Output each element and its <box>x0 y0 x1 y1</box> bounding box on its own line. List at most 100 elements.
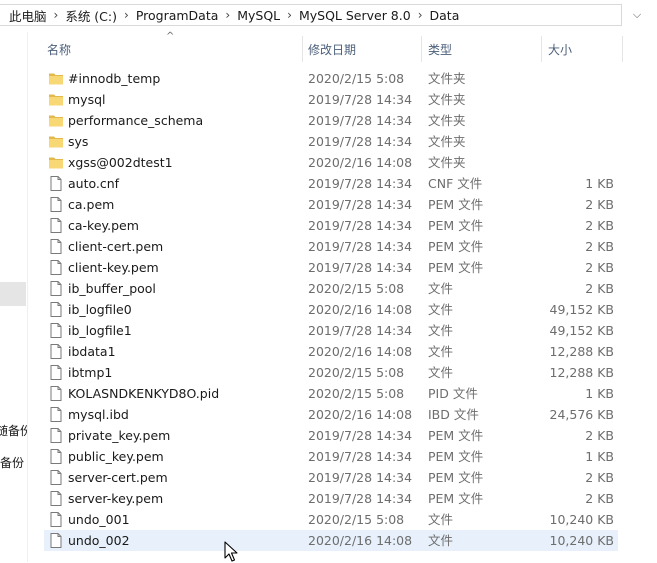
file-size: 2 KB <box>585 281 614 296</box>
file-name: ca-key.pem <box>68 218 139 233</box>
column-divider[interactable] <box>541 36 542 62</box>
column-divider[interactable] <box>302 36 303 62</box>
file-size: 1 KB <box>585 386 614 401</box>
file-icon <box>50 302 62 317</box>
address-bar[interactable]: 此电脑 › 系统 (C:) › ProgramData › MySQL › My… <box>0 0 657 32</box>
modified-date: 2020/2/15 5:08 <box>308 281 405 296</box>
file-name: public_key.pem <box>68 449 164 464</box>
file-name: private_key.pem <box>68 428 171 443</box>
file-type: 文件 <box>428 323 454 338</box>
file-row[interactable]: mysql.ibd 2020/2/16 14:08 IBD 文件 24,576 KB <box>44 404 618 425</box>
file-row[interactable]: private_key.pem 2019/7/28 14:34 PEM 文件 2 KB <box>44 425 618 446</box>
breadcrumb-separator[interactable]: › <box>50 8 63 22</box>
file-row[interactable]: ib_buffer_pool 2020/2/15 5:08 文件 2 KB <box>44 278 618 299</box>
file-icon <box>50 365 62 380</box>
breadcrumb: 此电脑 › 系统 (C:) › ProgramData › MySQL › My… <box>6 4 462 26</box>
modified-date: 2020/2/16 14:08 <box>308 407 413 422</box>
column-header-type[interactable]: 类型 <box>428 36 452 62</box>
file-type: 文件夹 <box>428 92 466 107</box>
file-name: ib_buffer_pool <box>68 281 156 296</box>
file-type: CNF 文件 <box>428 176 483 191</box>
breadcrumb-separator[interactable]: › <box>120 8 133 22</box>
folder-icon <box>49 115 63 127</box>
breadcrumb-this-pc[interactable]: 此电脑 <box>6 6 50 25</box>
column-divider[interactable] <box>421 36 422 62</box>
file-type: 文件 <box>428 512 454 527</box>
file-row[interactable]: undo_001 2020/2/15 5:08 文件 10,240 KB <box>44 509 618 530</box>
file-row[interactable]: server-cert.pem 2019/7/28 14:34 PEM 文件 2 KB <box>44 467 618 488</box>
column-header-name[interactable]: 名称 <box>47 36 71 62</box>
file-row[interactable]: ib_logfile0 2020/2/16 14:08 文件 49,152 KB <box>44 299 618 320</box>
file-name: xgss@002dtest1 <box>68 155 173 170</box>
file-row[interactable]: ca-key.pem 2019/7/28 14:34 PEM 文件 2 KB <box>44 215 618 236</box>
modified-date: 2019/7/28 14:34 <box>308 218 413 233</box>
file-type: PEM 文件 <box>428 491 484 506</box>
file-row[interactable]: server-key.pem 2019/7/28 14:34 PEM 文件 2 KB <box>44 488 618 509</box>
file-icon <box>50 470 62 485</box>
modified-date: 2019/7/28 14:34 <box>308 470 413 485</box>
file-icon <box>50 260 62 275</box>
column-header-date[interactable]: 修改日期 <box>308 36 356 62</box>
file-name: server-key.pem <box>68 491 164 506</box>
breadcrumb-separator[interactable]: › <box>283 8 296 22</box>
breadcrumb-separator[interactable]: › <box>221 8 234 22</box>
modified-date: 2019/7/28 14:34 <box>308 113 413 128</box>
file-row[interactable]: KOLASNDKENKYD8O.pid 2020/2/15 5:08 PID 文件 1… <box>44 383 618 404</box>
file-name: ibtmp1 <box>68 365 113 380</box>
file-row[interactable]: undo_002 2020/2/16 14:08 文件 10,240 KB <box>44 530 618 551</box>
file-size: 24,576 KB <box>549 407 614 422</box>
file-name: #innodb_temp <box>68 71 161 86</box>
file-size: 12,288 KB <box>549 344 614 359</box>
file-type: PEM 文件 <box>428 449 484 464</box>
address-dropdown-icon[interactable]: ⌵ <box>628 6 646 24</box>
modified-date: 2020/2/15 5:08 <box>308 71 405 86</box>
file-name: ca.pem <box>68 197 115 212</box>
file-type: 文件 <box>428 365 454 380</box>
modified-date: 2019/7/28 14:34 <box>308 176 413 191</box>
navigation-pane[interactable]: 随备份 备份 <box>0 32 27 562</box>
nav-selected-item[interactable] <box>0 282 26 306</box>
modified-date: 2019/7/28 14:34 <box>308 449 413 464</box>
file-row[interactable]: ca.pem 2019/7/28 14:34 PEM 文件 2 KB <box>44 194 618 215</box>
column-divider[interactable] <box>622 36 623 62</box>
folder-row[interactable]: performance_schema 2019/7/28 14:34 文件夹 <box>44 110 618 131</box>
folder-row[interactable]: #innodb_temp 2020/2/15 5:08 文件夹 <box>44 68 618 89</box>
breadcrumb-programdata[interactable]: ProgramData <box>133 8 222 23</box>
file-row[interactable]: ibdata1 2020/2/16 14:08 文件 12,288 KB <box>44 341 618 362</box>
breadcrumb-mysql-server[interactable]: MySQL Server 8.0 <box>296 8 414 23</box>
file-type: PEM 文件 <box>428 197 484 212</box>
file-row[interactable]: client-key.pem 2019/7/28 14:34 PEM 文件 2 KB <box>44 257 618 278</box>
file-size: 49,152 KB <box>549 302 614 317</box>
file-icon <box>50 176 62 191</box>
file-type: 文件 <box>428 533 454 548</box>
column-header-size[interactable]: 大小 <box>548 36 572 62</box>
file-row[interactable]: public_key.pem 2019/7/28 14:34 PEM 文件 1 KB <box>44 446 618 467</box>
nav-item-backup-2[interactable]: 备份 <box>0 454 24 471</box>
file-icon <box>50 386 62 401</box>
breadcrumb-drive-c[interactable]: 系统 (C:) <box>62 6 120 25</box>
folder-row[interactable]: xgss@002dtest1 2020/2/16 14:08 文件夹 <box>44 152 618 173</box>
file-row[interactable]: client-cert.pem 2019/7/28 14:34 PEM 文件 2 KB <box>44 236 618 257</box>
file-size: 2 KB <box>585 218 614 233</box>
file-type: PEM 文件 <box>428 428 484 443</box>
modified-date: 2019/7/28 14:34 <box>308 134 413 149</box>
breadcrumb-mysql[interactable]: MySQL <box>234 8 283 23</box>
nav-item-backup-1[interactable]: 随备份 <box>0 422 27 439</box>
file-row[interactable]: auto.cnf 2019/7/28 14:34 CNF 文件 1 KB <box>44 173 618 194</box>
folder-icon <box>49 94 63 106</box>
file-name: sys <box>68 134 89 149</box>
file-icon <box>50 407 62 422</box>
modified-date: 2020/2/15 5:08 <box>308 386 405 401</box>
file-type: 文件 <box>428 302 454 317</box>
file-name: ibdata1 <box>68 344 116 359</box>
file-type: PEM 文件 <box>428 470 484 485</box>
file-name: client-cert.pem <box>68 239 164 254</box>
breadcrumb-data[interactable]: Data <box>427 8 463 23</box>
folder-row[interactable]: mysql 2019/7/28 14:34 文件夹 <box>44 89 618 110</box>
folder-icon <box>49 157 63 169</box>
folder-row[interactable]: sys 2019/7/28 14:34 文件夹 <box>44 131 618 152</box>
file-row[interactable]: ibtmp1 2020/2/15 5:08 文件 12,288 KB <box>44 362 618 383</box>
file-row[interactable]: ib_logfile1 2019/7/28 14:34 文件 49,152 KB <box>44 320 618 341</box>
breadcrumb-separator[interactable]: › <box>414 8 427 22</box>
file-name: mysql <box>68 92 106 107</box>
